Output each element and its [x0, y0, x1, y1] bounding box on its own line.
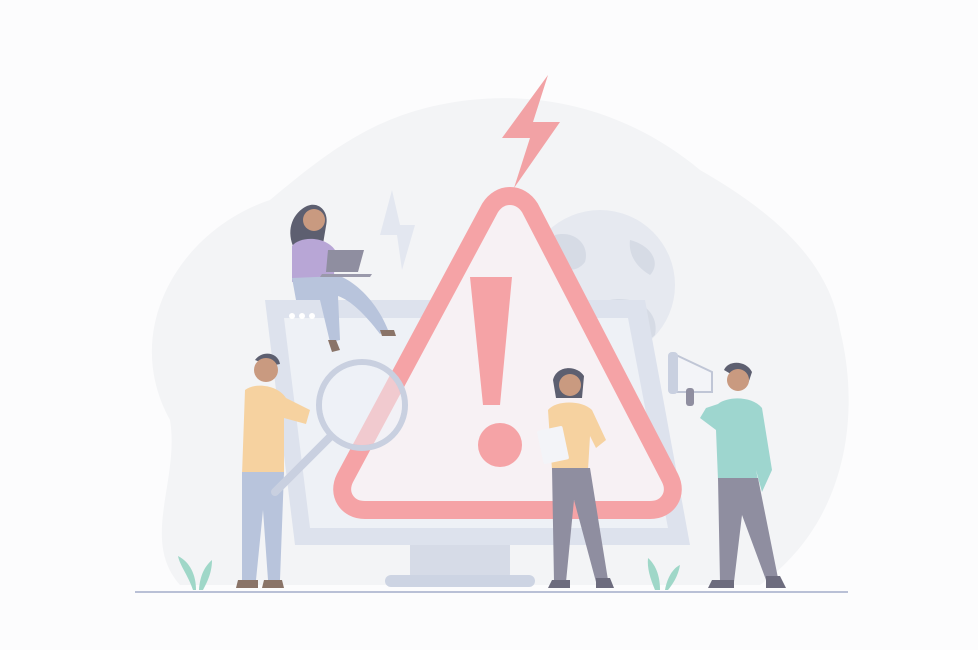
monitor-base	[385, 575, 535, 587]
warning-scene-illustration	[135, 75, 849, 593]
window-dot-icon	[289, 313, 295, 319]
window-dot-icon	[309, 313, 315, 319]
window-dot-icon	[299, 313, 305, 319]
illustration-stage	[0, 0, 978, 650]
